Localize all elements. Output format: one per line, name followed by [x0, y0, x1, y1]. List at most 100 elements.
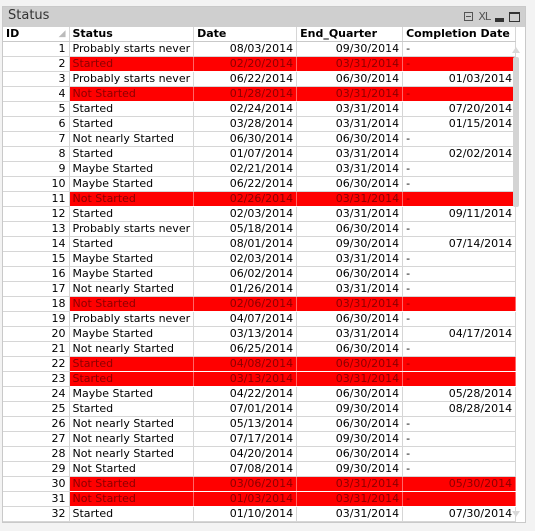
- table-row[interactable]: 6 Started 03/28/2014 03/31/2014 01/15/2014: [3, 116, 517, 132]
- cell-completion-date[interactable]: 01/15/2014: [402, 116, 517, 132]
- cell-id[interactable]: 11: [3, 191, 70, 207]
- cell-completion-date[interactable]: -: [402, 251, 517, 267]
- cell-status[interactable]: Not nearly Started: [69, 416, 195, 432]
- cell-status[interactable]: Probably starts never: [69, 41, 195, 57]
- table-row[interactable]: 3 Probably starts never 06/22/2014 06/30/20…: [3, 71, 517, 87]
- cell-id[interactable]: 5: [3, 101, 70, 117]
- cell-id[interactable]: 4: [3, 86, 70, 102]
- cell-date[interactable]: 02/21/2014: [193, 161, 298, 177]
- table-row[interactable]: 32 Started 01/10/2014 03/31/2014 07/30/2014: [3, 506, 517, 522]
- cell-date[interactable]: 03/13/2014: [193, 326, 298, 342]
- cell-id[interactable]: 28: [3, 446, 70, 462]
- table-row[interactable]: 10 Maybe Started 06/22/2014 06/30/2014-: [3, 176, 517, 192]
- cell-completion-date[interactable]: -: [402, 161, 517, 177]
- cell-id[interactable]: 25: [3, 401, 70, 417]
- cell-date[interactable]: 07/08/2014: [193, 461, 298, 477]
- column-header-completion-date[interactable]: Completion Date: [402, 27, 517, 42]
- cell-status[interactable]: Not nearly Started: [69, 431, 195, 447]
- table-row[interactable]: 30 Not Started 03/06/2014 03/31/2014 05/30/2…: [3, 476, 517, 492]
- cell-date[interactable]: 02/24/2014: [193, 101, 298, 117]
- cell-completion-date[interactable]: -: [402, 341, 517, 357]
- cell-id[interactable]: 3: [3, 71, 70, 87]
- cell-end-quarter[interactable]: 03/31/2014: [296, 101, 404, 117]
- cell-end-quarter[interactable]: 03/31/2014: [296, 371, 404, 387]
- cell-date[interactable]: 02/20/2014: [193, 56, 298, 72]
- cell-completion-date[interactable]: -: [402, 431, 517, 447]
- cell-end-quarter[interactable]: 06/30/2014: [296, 356, 404, 372]
- cell-completion-date[interactable]: -: [402, 41, 517, 57]
- scroll-down-arrow-icon[interactable]: [512, 511, 520, 517]
- cell-end-quarter[interactable]: 06/30/2014: [296, 131, 404, 147]
- cell-end-quarter[interactable]: 09/30/2014: [296, 431, 404, 447]
- cell-completion-date[interactable]: 05/30/2014: [402, 476, 517, 492]
- minimize-icon[interactable]: [495, 17, 504, 22]
- cell-completion-date[interactable]: 09/11/2014: [402, 206, 517, 222]
- cell-completion-date[interactable]: 05/28/2014: [402, 386, 517, 402]
- column-header-status[interactable]: Status: [69, 27, 195, 42]
- cell-completion-date[interactable]: 08/28/2014: [402, 401, 517, 417]
- cell-status[interactable]: Started: [69, 101, 195, 117]
- cell-date[interactable]: 04/22/2014: [193, 386, 298, 402]
- cell-id[interactable]: 6: [3, 116, 70, 132]
- table-row[interactable]: 11 Not Started 02/26/2014 03/31/2014-: [3, 191, 517, 207]
- cell-completion-date[interactable]: -: [402, 191, 517, 207]
- cell-end-quarter[interactable]: 06/30/2014: [296, 266, 404, 282]
- cell-completion-date[interactable]: -: [402, 416, 517, 432]
- cell-status[interactable]: Started: [69, 401, 195, 417]
- cell-status[interactable]: Not Started: [69, 191, 195, 207]
- cell-status[interactable]: Not nearly Started: [69, 131, 195, 147]
- cell-end-quarter[interactable]: 06/30/2014: [296, 416, 404, 432]
- cell-status[interactable]: Started: [69, 356, 195, 372]
- cell-end-quarter[interactable]: 06/30/2014: [296, 311, 404, 327]
- cell-completion-date[interactable]: -: [402, 491, 517, 507]
- cell-end-quarter[interactable]: 03/31/2014: [296, 86, 404, 102]
- cell-status[interactable]: Maybe Started: [69, 266, 195, 282]
- scroll-up-arrow-icon[interactable]: [512, 47, 520, 53]
- cell-end-quarter[interactable]: 03/31/2014: [296, 506, 404, 522]
- cell-completion-date[interactable]: -: [402, 356, 517, 372]
- cell-end-quarter[interactable]: 09/30/2014: [296, 461, 404, 477]
- column-header-end-quarter[interactable]: End_Quarter: [296, 27, 404, 42]
- cell-id[interactable]: 27: [3, 431, 70, 447]
- cell-date[interactable]: 03/28/2014: [193, 116, 298, 132]
- cell-id[interactable]: 12: [3, 206, 70, 222]
- cell-status[interactable]: Not nearly Started: [69, 281, 195, 297]
- column-header-id[interactable]: ID ◢: [3, 27, 70, 42]
- cell-completion-date[interactable]: -: [402, 131, 517, 147]
- cell-date[interactable]: 02/06/2014: [193, 296, 298, 312]
- cell-status[interactable]: Not Started: [69, 491, 195, 507]
- xl-export-icon[interactable]: XL: [478, 10, 491, 23]
- cell-end-quarter[interactable]: 09/30/2014: [296, 401, 404, 417]
- cell-status[interactable]: Not nearly Started: [69, 341, 195, 357]
- cell-completion-date[interactable]: -: [402, 56, 517, 72]
- cell-id[interactable]: 8: [3, 146, 70, 162]
- cell-end-quarter[interactable]: 03/31/2014: [296, 161, 404, 177]
- cell-date[interactable]: 02/03/2014: [193, 251, 298, 267]
- cell-date[interactable]: 02/03/2014: [193, 206, 298, 222]
- cell-date[interactable]: 05/13/2014: [193, 416, 298, 432]
- table-row[interactable]: 31 Not Started 01/03/2014 03/31/2014-: [3, 491, 517, 507]
- vertical-scrollbar[interactable]: [512, 47, 520, 517]
- cell-end-quarter[interactable]: 03/31/2014: [296, 206, 404, 222]
- table-row[interactable]: 26 Not nearly Started 05/13/2014 06/30/2014…: [3, 416, 517, 432]
- cell-id[interactable]: 17: [3, 281, 70, 297]
- table-row[interactable]: 8 Started 01/07/2014 03/31/2014 02/02/2014: [3, 146, 517, 162]
- cell-id[interactable]: 32: [3, 506, 70, 522]
- table-row[interactable]: 4 Not Started 01/28/2014 03/31/2014-: [3, 86, 517, 102]
- table-row[interactable]: 5 Started 02/24/2014 03/31/2014 07/20/2014: [3, 101, 517, 117]
- cell-status[interactable]: Maybe Started: [69, 161, 195, 177]
- table-row[interactable]: 9 Maybe Started 02/21/2014 03/31/2014-: [3, 161, 517, 177]
- cell-status[interactable]: Maybe Started: [69, 251, 195, 267]
- cell-completion-date[interactable]: 07/20/2014: [402, 101, 517, 117]
- cell-id[interactable]: 21: [3, 341, 70, 357]
- cell-status[interactable]: Started: [69, 146, 195, 162]
- cell-completion-date[interactable]: -: [402, 221, 517, 237]
- cell-status[interactable]: Not Started: [69, 476, 195, 492]
- cell-date[interactable]: 06/22/2014: [193, 176, 298, 192]
- cell-status[interactable]: Not Started: [69, 296, 195, 312]
- cell-id[interactable]: 19: [3, 311, 70, 327]
- cell-date[interactable]: 08/01/2014: [193, 236, 298, 252]
- table-row[interactable]: 14 Started 08/01/2014 09/30/2014 07/14/2014: [3, 236, 517, 252]
- cell-completion-date[interactable]: 01/03/2014: [402, 71, 517, 87]
- cell-date[interactable]: 01/03/2014: [193, 491, 298, 507]
